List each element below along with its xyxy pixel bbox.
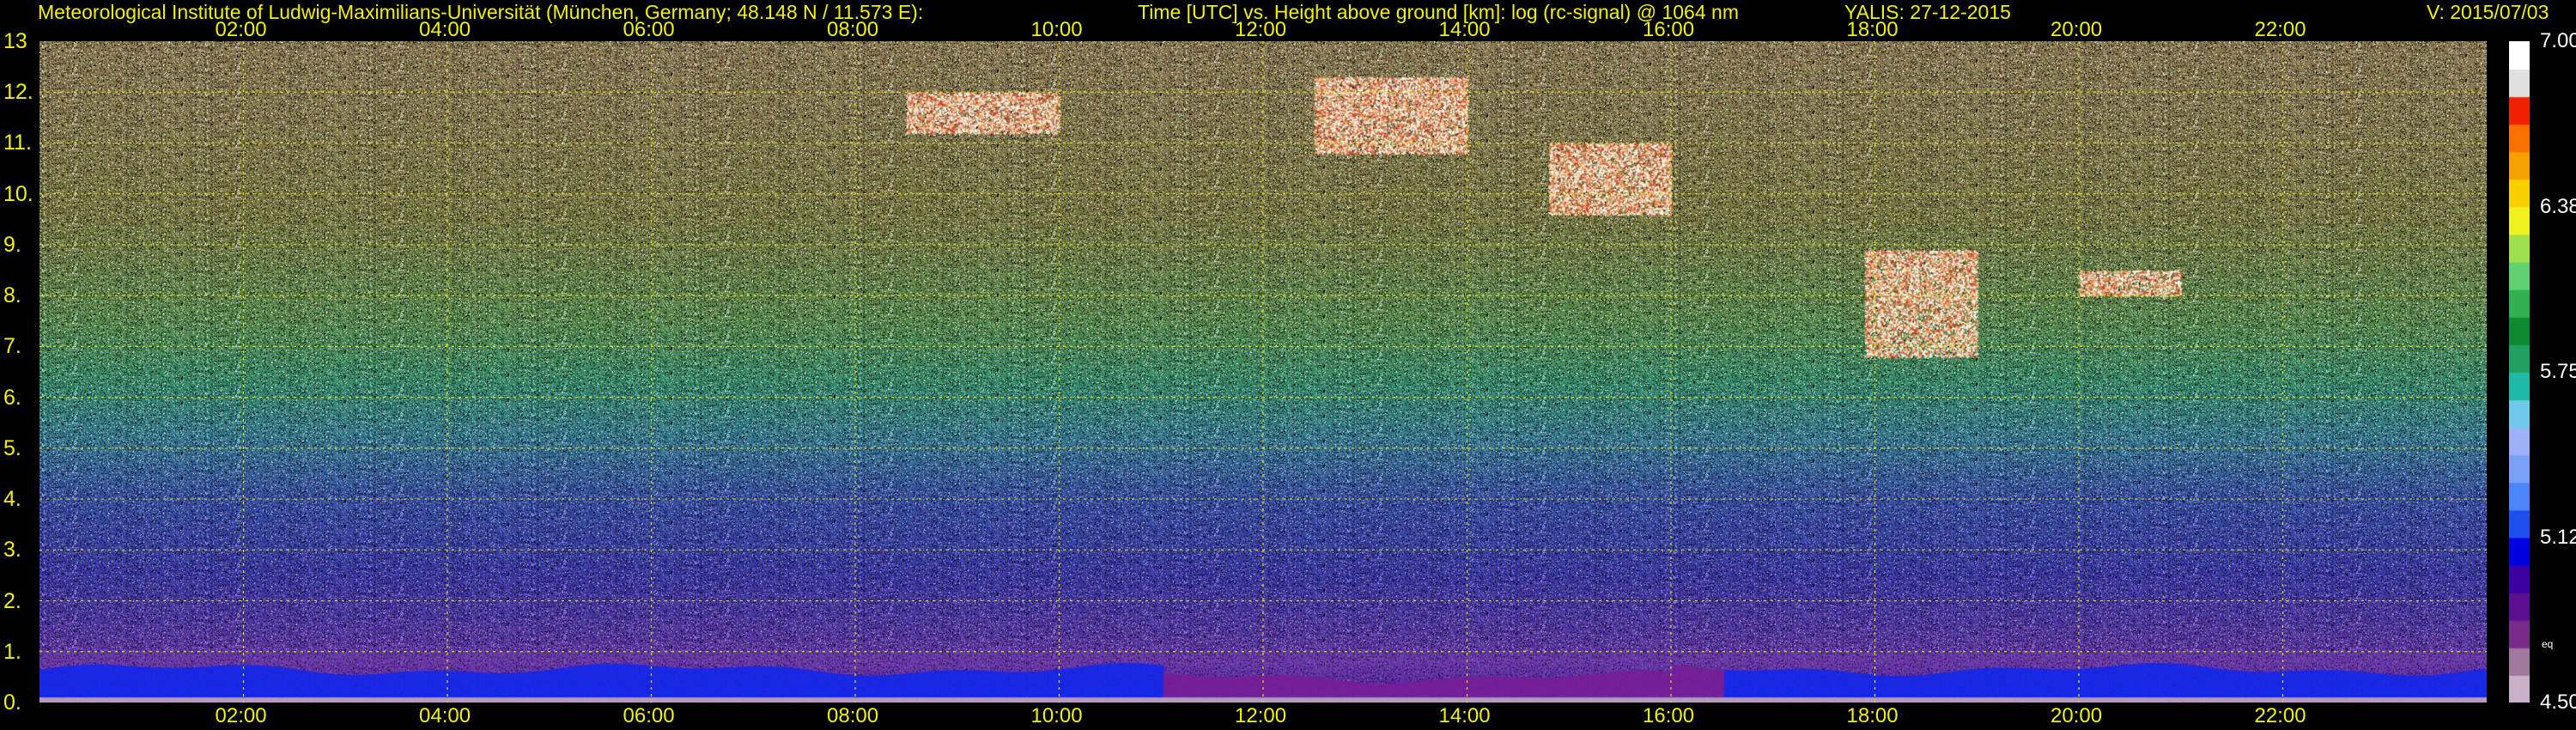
x-tick-label: 08:00 bbox=[827, 704, 879, 727]
y-tick-label: 7. bbox=[3, 334, 21, 359]
y-tick-label: 1. bbox=[3, 639, 21, 664]
colorbar-tick-label: 5.75 bbox=[2540, 360, 2576, 383]
colorbar-small-label: eq bbox=[2542, 638, 2554, 650]
y-tick-label: 0. bbox=[3, 690, 21, 715]
y-tick-label: 11. bbox=[3, 131, 32, 155]
x-tick-label: 22:00 bbox=[2254, 18, 2306, 41]
grid-lines bbox=[39, 41, 2487, 703]
y-tick-label: 2. bbox=[3, 588, 21, 613]
header-version: V: 2015/07/03 bbox=[2427, 1, 2549, 23]
x-tick-label: 10:00 bbox=[1030, 704, 1083, 727]
x-tick-label: 18:00 bbox=[1846, 18, 1899, 41]
x-tick-label: 12:00 bbox=[1235, 704, 1287, 727]
x-tick-label: 12:00 bbox=[1235, 18, 1287, 41]
colorbar-tick-label: 7.00 bbox=[2540, 29, 2576, 52]
x-tick-label: 02:00 bbox=[215, 704, 267, 727]
header-institute: Meteorological Institute of Ludwig-Maxim… bbox=[38, 1, 924, 23]
x-tick-label: 04:00 bbox=[419, 18, 471, 41]
x-tick-label: 20:00 bbox=[2050, 18, 2103, 41]
y-tick-label: 13 bbox=[3, 29, 27, 53]
x-tick-label: 02:00 bbox=[215, 18, 267, 41]
x-tick-label: 22:00 bbox=[2254, 704, 2306, 727]
colorbar-tick-label: 4.50 bbox=[2540, 690, 2576, 714]
x-tick-label: 10:00 bbox=[1030, 18, 1083, 41]
x-tick-label: 04:00 bbox=[419, 704, 471, 727]
x-tick-label: 16:00 bbox=[1643, 704, 1695, 727]
lidar-heatmap bbox=[39, 41, 2487, 703]
y-tick-label: 12. bbox=[3, 80, 33, 105]
y-tick-label: 4. bbox=[3, 487, 21, 512]
y-tick-label: 3. bbox=[3, 538, 21, 563]
x-tick-label: 20:00 bbox=[2050, 704, 2103, 727]
y-tick-label: 5. bbox=[3, 435, 21, 460]
y-tick-label: 6. bbox=[3, 385, 21, 410]
colorbar bbox=[2509, 41, 2530, 703]
y-tick-label: 10. bbox=[3, 181, 33, 206]
x-tick-label: 06:00 bbox=[623, 18, 675, 41]
colorbar-tick-label: 6.38 bbox=[2540, 194, 2576, 218]
y-tick-label: 8. bbox=[3, 283, 21, 308]
x-tick-label: 06:00 bbox=[623, 704, 675, 727]
x-tick-label: 16:00 bbox=[1643, 18, 1695, 41]
colorbar-tick-label: 5.12 bbox=[2540, 525, 2576, 549]
x-tick-label: 18:00 bbox=[1846, 704, 1899, 727]
x-tick-label: 14:00 bbox=[1438, 18, 1491, 41]
y-tick-label: 9. bbox=[3, 232, 21, 257]
x-tick-label: 08:00 bbox=[827, 18, 879, 41]
x-tick-label: 14:00 bbox=[1438, 704, 1491, 727]
